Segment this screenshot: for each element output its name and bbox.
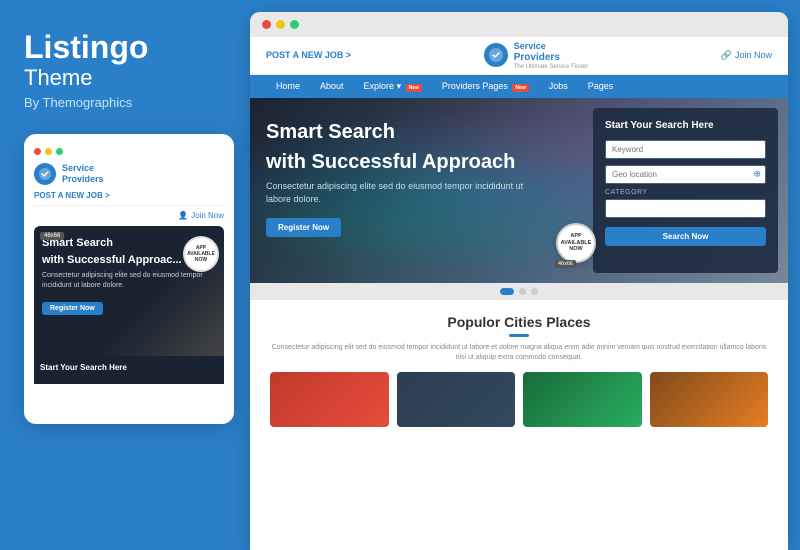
popular-section-title: Populor Cities Places [270,314,768,330]
desktop-logo: Service Providers The Ultimate Service F… [484,41,588,70]
dot-green [56,148,63,155]
keyword-field-group [605,139,766,159]
mobile-post-job[interactable]: POST A NEW JOB > [34,191,224,206]
desktop-post-job[interactable]: POST A NEW JOB > [266,50,351,60]
mobile-hero: APP AVAILABLE NOW 46x66 Smart Search wit… [34,226,224,356]
dot-red [34,148,41,155]
browser-content: POST A NEW JOB > Service Providers The U… [250,37,788,550]
join-icon: 🔗 [721,50,732,61]
desktop-logo-icon [484,43,508,67]
mobile-brand-text: ServiceProviders [62,163,104,185]
mobile-search-section: Start Your Search Here [34,356,224,384]
mobile-window-dots [34,148,224,155]
brand-theme: Theme [24,65,226,91]
search-box-title: Start Your Search Here [605,120,766,131]
mobile-app-badge: APP AVAILABLE NOW [183,236,219,272]
geo-icon: ⊕ [753,168,761,179]
search-box: Start Your Search Here ⊕ CATEGORY Search… [593,108,778,273]
category-label: CATEGORY [605,189,766,196]
hero-content: Smart Search with Successful Approach Co… [250,98,593,283]
slider-dot-1[interactable] [500,288,514,295]
mobile-logo: ServiceProviders [34,163,224,185]
nav-item-about[interactable]: About [310,75,354,97]
geo-input[interactable] [605,165,766,184]
desktop-app-badge: APPAVAILABLENOW [556,223,596,263]
geo-field-group: ⊕ [605,164,766,184]
desktop-browser-mockup: POST A NEW JOB > Service Providers The U… [250,12,788,550]
mobile-mockup: ServiceProviders POST A NEW JOB > 👤 Join… [24,134,234,424]
desktop-hero: APPAVAILABLENOW 46x66 Smart Search with … [250,98,788,283]
browser-dot-red [262,20,271,29]
desktop-topbar: POST A NEW JOB > Service Providers The U… [250,37,788,75]
city-thumb-1[interactable] [270,372,389,427]
keyword-input[interactable] [605,140,766,159]
nav-new-badge-providers: New [512,84,528,92]
popular-divider [509,334,529,337]
slider-dot-3[interactable] [531,288,538,295]
nav-item-jobs[interactable]: Jobs [539,75,578,97]
city-thumb-2[interactable] [397,372,516,427]
dot-yellow [45,148,52,155]
hero-title-line2: with Successful Approach [266,150,577,174]
browser-bar [250,12,788,37]
brand-title: Listingo [24,30,226,65]
search-now-button[interactable]: Search Now [605,227,766,246]
popular-cities-section: Populor Cities Places Consectetur adipis… [250,300,788,550]
nav-item-providers[interactable]: Providers Pages New [432,75,539,97]
left-panel: Listingo Theme By Themographics ServiceP… [0,0,250,550]
hero-subtitle: Consectetur adipiscing elite sed do eius… [266,180,546,207]
brand-by: By Themographics [24,95,226,110]
category-input[interactable] [605,199,766,218]
desktop-join-button[interactable]: 🔗 Join Now [721,50,772,61]
mobile-user-icon: 👤 [178,211,188,220]
nav-new-badge-explore: New [406,84,422,92]
hero-slider-dots[interactable] [250,283,788,300]
mobile-hero-desc: Consectetur adipiscing elite sed do eius… [42,271,216,291]
desktop-nav: Home About Explore ▾ New Providers Pages… [250,75,788,98]
mobile-join[interactable]: 👤 Join Now [34,211,224,220]
nav-item-explore[interactable]: Explore ▾ New [354,75,432,98]
browser-dot-yellow [276,20,285,29]
desktop-logo-text: Service Providers The Ultimate Service F… [514,41,588,70]
popular-section-desc: Consectetur adipiscing elit sed do eiusm… [270,343,768,364]
city-thumb-4[interactable] [650,372,769,427]
city-thumb-3[interactable] [523,372,642,427]
nav-item-home[interactable]: Home [266,75,310,97]
hero-register-button[interactable]: Register Now [266,218,341,237]
hero-title-line1: Smart Search [266,120,577,144]
city-thumbnails [270,372,768,427]
slider-dot-2[interactable] [519,288,526,295]
mobile-logo-icon [34,163,56,185]
mobile-register-button[interactable]: Register Now [42,302,103,315]
mobile-search-title: Start Your Search Here [40,363,218,372]
category-field-group: CATEGORY [605,189,766,218]
nav-item-pages[interactable]: Pages [578,75,624,97]
browser-dot-green [290,20,299,29]
